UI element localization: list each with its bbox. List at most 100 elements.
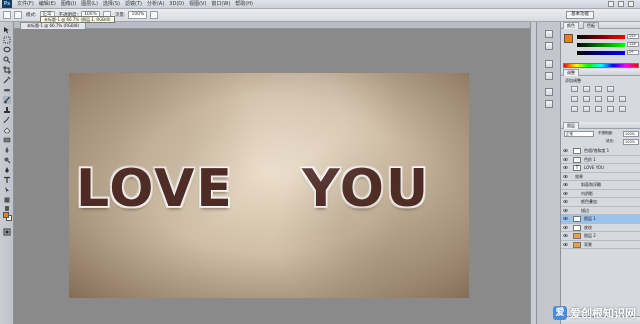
black-white-icon[interactable] [607,96,614,102]
layer-row[interactable]: 图层 2 [561,232,640,241]
brightness-icon[interactable] [571,86,578,92]
hand-tool-icon[interactable] [3,204,11,212]
pen-tool-icon[interactable] [3,166,11,174]
menu-3d[interactable]: 3D(D) [169,0,184,9]
tab-color[interactable]: 颜色 [563,22,579,29]
type-tool-icon[interactable] [3,176,11,184]
crop-tool-icon[interactable] [3,66,11,74]
layer-row[interactable]: 内阴影 [561,190,640,198]
paragraph-panel-icon[interactable] [545,72,553,80]
quick-mask-icon[interactable] [3,228,11,236]
flow-field[interactable]: 100% [128,11,148,19]
marquee-tool-icon[interactable] [3,36,11,44]
visibility-eye-icon[interactable] [563,233,568,238]
layer-row[interactable]: 效果 [561,173,640,181]
foreground-color-swatch[interactable] [3,212,9,218]
maximize-icon[interactable] [618,1,624,7]
visibility-eye-icon[interactable] [563,225,568,230]
move-tool-icon[interactable] [3,26,11,34]
visibility-eye-icon[interactable] [563,191,568,196]
blur-tool-icon[interactable] [3,146,11,154]
workspace-switcher[interactable]: 基本功能 [566,11,594,19]
layer-opacity-field[interactable]: 100% [623,131,639,137]
layer-row[interactable]: 描边 [561,207,640,215]
layer-row[interactable]: T LOVE YOU [561,164,640,173]
exposure-icon[interactable] [607,86,614,92]
menu-file[interactable]: 文件(F) [17,0,34,9]
dodge-tool-icon[interactable] [3,156,11,164]
clone-stamp-tool-icon[interactable] [3,106,11,114]
menu-help[interactable]: 帮助(H) [235,0,253,9]
menu-select[interactable]: 选择(S) [103,0,120,9]
history-brush-tool-icon[interactable] [3,116,11,124]
blue-slider[interactable] [577,51,625,55]
hue-saturation-icon[interactable] [583,96,590,102]
brush-tool-icon[interactable] [3,96,11,104]
lasso-tool-icon[interactable] [3,46,11,54]
curves-icon[interactable] [595,86,602,92]
menu-edit[interactable]: 编辑(E) [39,0,56,9]
visibility-eye-icon[interactable] [563,148,568,153]
tab-adjustments[interactable]: 调整 [563,69,579,76]
menu-filter[interactable]: 滤镜(T) [125,0,142,9]
tab-layers[interactable]: 图层 [563,122,579,129]
eraser-tool-icon[interactable] [3,126,11,134]
layer-row[interactable]: 颜色叠加 [561,198,640,207]
threshold-icon[interactable] [595,106,602,112]
airbrush-icon[interactable] [150,11,159,19]
color-panel-swatch[interactable] [564,34,573,43]
quick-select-tool-icon[interactable] [3,56,11,64]
layer-row[interactable]: 斜面和浮雕 [561,181,640,190]
layer-row[interactable]: 背景 [561,241,640,249]
menu-image[interactable]: 图像(I) [61,0,76,9]
levels-icon[interactable] [583,86,590,92]
minimize-icon[interactable] [608,1,614,7]
close-icon[interactable] [628,1,634,7]
layer-row[interactable]: 色相/饱和度 1 [561,147,640,156]
visibility-eye-icon[interactable] [563,182,568,187]
brush-size-icon[interactable] [14,11,22,19]
tab-swatches[interactable]: 色板 [583,22,599,29]
document-canvas[interactable]: LOVE YOU [69,73,469,298]
history-panel-icon[interactable] [545,30,553,38]
menu-layer[interactable]: 图层(L) [81,0,98,9]
invert-icon[interactable] [571,106,578,112]
gradient-tool-icon[interactable] [3,136,11,144]
green-slider[interactable] [577,43,625,47]
visibility-eye-icon[interactable] [563,165,568,170]
menu-view[interactable]: 视图(V) [189,0,206,9]
document-tab[interactable]: 未标题-1 @ 66.7% (RGB/8) [20,22,87,29]
color-spectrum[interactable] [563,63,639,68]
color-balance-icon[interactable] [595,96,602,102]
red-slider[interactable] [577,35,625,39]
brush-tool-preset-icon[interactable] [3,11,11,19]
visibility-eye-icon[interactable] [563,242,568,247]
blend-mode-select[interactable]: 正常 [564,131,594,137]
eyedropper-tool-icon[interactable] [3,76,11,84]
layer-row[interactable]: 底纹 [561,224,640,232]
green-value[interactable]: 128 [627,42,639,47]
selective-color-icon[interactable] [619,106,626,112]
visibility-eye-icon[interactable] [563,174,568,179]
visibility-eye-icon[interactable] [563,199,568,204]
blue-value[interactable]: 29 [627,50,639,55]
layer-row[interactable]: 图层 1 [561,215,640,224]
fill-field[interactable]: 100% [623,139,639,145]
layer-row[interactable]: 色阶 1 [561,156,640,164]
visibility-eye-icon[interactable] [563,157,568,162]
menu-window[interactable]: 窗口(W) [211,0,230,9]
red-value[interactable]: 255 [627,34,639,39]
clone-source-panel-icon[interactable] [545,100,553,108]
menu-analysis[interactable]: 分析(A) [147,0,164,9]
healing-brush-tool-icon[interactable] [3,86,11,94]
actions-panel-icon[interactable] [545,42,553,50]
brush-panel-icon[interactable] [545,88,553,96]
posterize-icon[interactable] [583,106,590,112]
shape-tool-icon[interactable] [3,196,11,204]
visibility-eye-icon[interactable] [563,216,568,221]
character-panel-icon[interactable] [545,60,553,68]
photo-filter-icon[interactable] [619,96,626,102]
vibrance-icon[interactable] [571,96,578,102]
path-selection-tool-icon[interactable] [3,186,11,194]
visibility-eye-icon[interactable] [563,208,568,213]
